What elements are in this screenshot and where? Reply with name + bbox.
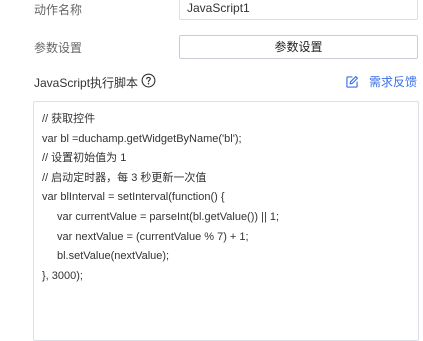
script-code: // 获取控件 var bl =duchamp.getWidgetByName(… xyxy=(42,110,412,286)
param-settings-label: 参数设置 xyxy=(34,41,83,55)
question-circle-icon[interactable] xyxy=(141,73,156,88)
code-line: // 启动定时器，每 3 秒更新一次值 xyxy=(42,171,207,184)
script-editor[interactable]: // 获取控件 var bl =duchamp.getWidgetByName(… xyxy=(33,101,419,341)
action-name-row: 动作名称 JavaScript1 xyxy=(0,0,423,22)
action-name-label: 动作名称 xyxy=(34,3,83,17)
edit-square-icon xyxy=(346,75,358,88)
code-line: }, 3000); xyxy=(42,269,83,282)
code-line: var nextValue = (currentValue % 7) + 1; xyxy=(57,230,249,243)
param-settings-button[interactable]: 参数设置 xyxy=(179,35,418,59)
script-header: JavaScript执行脚本 需求反馈 xyxy=(0,72,423,92)
code-line: var bl =duchamp.getWidgetByName('bl'); xyxy=(42,132,242,145)
code-line: // 获取控件 xyxy=(42,113,96,125)
script-title: JavaScript执行脚本 xyxy=(34,76,139,90)
code-line: bl.setValue(nextValue); xyxy=(57,250,170,263)
feedback-label: 需求反馈 xyxy=(368,75,417,89)
code-line: var currentValue = parseInt(bl.getValue(… xyxy=(57,210,280,223)
feedback-link[interactable]: 需求反馈 xyxy=(345,73,417,90)
code-line: // 设置初始值为 1 xyxy=(42,152,127,165)
code-line: var blInterval = setInterval(function() … xyxy=(42,191,225,204)
action-name-input[interactable]: JavaScript1 xyxy=(179,0,418,20)
param-settings-row: 参数设置 参数设置 xyxy=(0,34,423,60)
